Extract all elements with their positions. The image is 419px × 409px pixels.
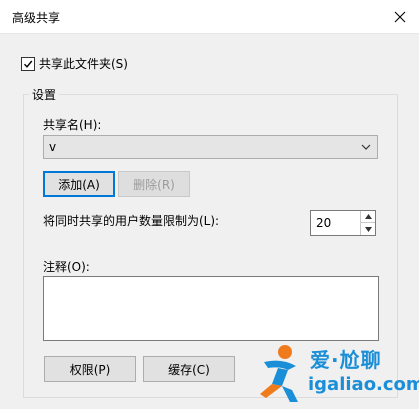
arrow-up-icon xyxy=(364,214,372,219)
window-title: 高级共享 xyxy=(12,11,61,25)
permissions-button[interactable]: 权限(P) xyxy=(44,356,136,382)
user-limit-label: 将同时共享的用户数量限制为(L): xyxy=(43,214,220,228)
arrow-down-icon xyxy=(364,226,372,232)
share-folder-checkbox[interactable]: 共享此文件夹(S) xyxy=(21,55,128,72)
chevron-down-icon xyxy=(361,144,371,150)
mascot-logo-icon xyxy=(260,345,298,402)
title-bar: 高级共享 xyxy=(0,0,419,34)
checkbox-box[interactable] xyxy=(21,56,35,71)
share-folder-label: 共享此文件夹(S) xyxy=(39,57,128,71)
checkmark-icon xyxy=(23,60,33,68)
user-limit-spinner[interactable]: 20 xyxy=(310,210,376,236)
user-limit-value[interactable]: 20 xyxy=(316,216,331,230)
close-icon xyxy=(394,11,406,22)
close-button[interactable] xyxy=(381,0,419,33)
watermark-url: igaliao.com xyxy=(308,374,419,395)
settings-group-label: 设置 xyxy=(29,86,60,103)
share-name-label: 共享名(H): xyxy=(43,118,102,132)
comment-label: 注释(O): xyxy=(43,260,90,274)
spinner-up-button[interactable] xyxy=(361,211,375,223)
watermark-title: 爱·尬聊 xyxy=(310,348,382,372)
add-button[interactable]: 添加(A) xyxy=(43,171,115,197)
share-name-value: v xyxy=(49,140,57,154)
caching-button[interactable]: 缓存(C) xyxy=(143,356,235,382)
comment-textarea[interactable] xyxy=(43,276,379,341)
spinner-down-button[interactable] xyxy=(361,223,375,235)
share-name-dropdown[interactable]: v xyxy=(43,135,378,159)
remove-button[interactable]: 删除(R) xyxy=(118,171,190,197)
spinner-buttons xyxy=(360,211,375,235)
watermark-logo: 爱·尬聊 igaliao.com xyxy=(258,340,419,404)
